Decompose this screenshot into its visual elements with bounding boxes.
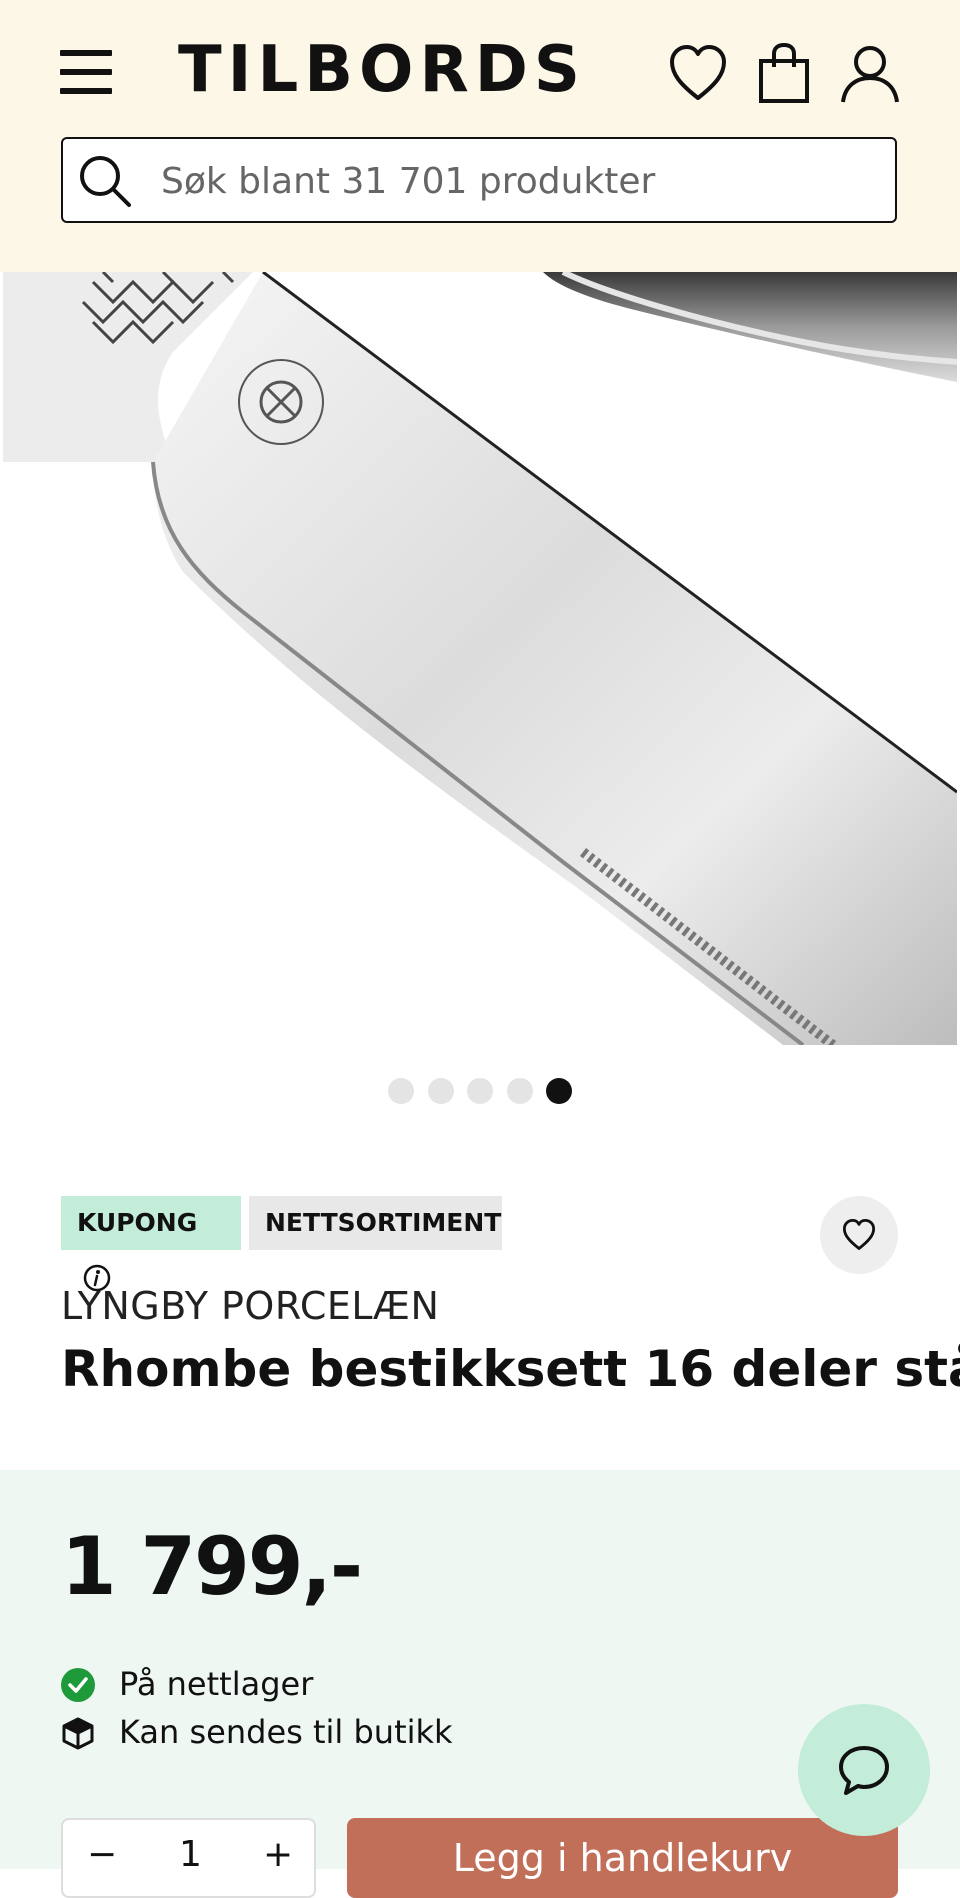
carousel-dot[interactable] bbox=[428, 1078, 454, 1104]
carousel-dot[interactable] bbox=[507, 1078, 533, 1104]
wishlist-button[interactable] bbox=[820, 1196, 898, 1274]
add-to-cart-button[interactable]: Legg i handlekurv bbox=[347, 1818, 898, 1898]
menu-icon[interactable] bbox=[60, 50, 112, 94]
bag-icon[interactable] bbox=[752, 42, 816, 106]
carousel-dot[interactable] bbox=[467, 1078, 493, 1104]
stock-status-online-label: På nettlager bbox=[119, 1665, 314, 1703]
search-icon[interactable] bbox=[77, 153, 133, 209]
coupon-badge[interactable]: KUPONG bbox=[61, 1196, 241, 1292]
box-icon bbox=[62, 1717, 94, 1750]
heart-icon bbox=[842, 1218, 876, 1250]
search-input[interactable] bbox=[159, 139, 863, 223]
product-image[interactable] bbox=[3, 272, 957, 1045]
online-assortment-badge: NETTSORTIMENT bbox=[249, 1196, 502, 1250]
user-icon[interactable] bbox=[838, 42, 902, 106]
carousel-dot-active[interactable] bbox=[546, 1078, 572, 1104]
site-logo[interactable]: TILBORDS bbox=[178, 30, 586, 110]
product-price: 1 799,- bbox=[61, 1520, 363, 1613]
site-header: TILBORDS bbox=[0, 0, 960, 272]
search-bar[interactable] bbox=[61, 137, 897, 223]
product-title: Rhombe bestikksett 16 deler stål bbox=[61, 1340, 960, 1398]
carousel-dot[interactable] bbox=[388, 1078, 414, 1104]
knife-image bbox=[3, 272, 957, 1045]
check-circle-icon bbox=[61, 1668, 95, 1702]
heart-icon[interactable] bbox=[666, 42, 730, 106]
coupon-badge-label: KUPONG bbox=[77, 1208, 198, 1237]
product-brand[interactable]: LYNGBY PORCELÆN bbox=[61, 1284, 439, 1328]
chat-bubble-icon bbox=[839, 1746, 889, 1795]
quantity-stepper: − 1 + bbox=[61, 1818, 316, 1898]
chat-button[interactable] bbox=[798, 1704, 930, 1836]
stock-status-store-label: Kan sendes til butikk bbox=[119, 1713, 453, 1751]
